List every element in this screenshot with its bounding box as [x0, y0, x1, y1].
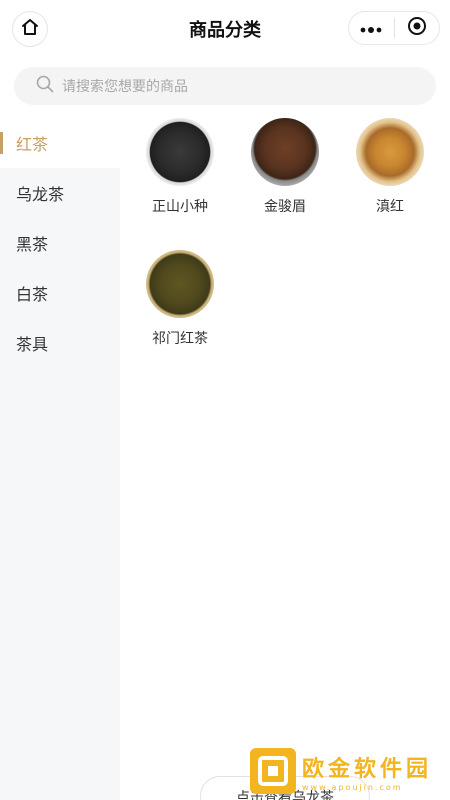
watermark-url: www.apoujin.com — [302, 782, 403, 792]
nav-bar: 商品分类 — [0, 0, 450, 58]
product-name: 滇红 — [376, 199, 404, 215]
sidebar-item-label: 乌龙茶 — [16, 185, 65, 204]
sidebar-item-label: 红茶 — [16, 135, 49, 154]
search-placeholder: 请搜索您想要的商品 — [62, 79, 188, 95]
watermark-text: 欧金软件园 www.apoujin.com — [302, 751, 432, 792]
product-name: 祁门红茶 — [152, 331, 208, 347]
search-input[interactable]: 请搜索您想要的商品 — [14, 67, 436, 105]
watermark-logo-icon — [250, 748, 296, 794]
product-image — [146, 118, 214, 186]
product-image — [146, 250, 214, 318]
watermark: 欧金软件园 www.apoujin.com — [250, 748, 444, 794]
close-miniprogram-button[interactable] — [394, 12, 439, 44]
watermark-title: 欧金软件园 — [302, 756, 433, 782]
more-dots-icon — [360, 19, 382, 38]
product-item[interactable]: 金骏眉 — [245, 118, 325, 216]
product-item[interactable]: 滇红 — [350, 118, 430, 216]
sidebar-item-label: 茶具 — [16, 335, 49, 354]
search-icon — [36, 75, 54, 97]
sidebar-item-white-tea[interactable]: 白茶 — [0, 268, 120, 318]
sidebar-item-teaware[interactable]: 茶具 — [0, 318, 120, 368]
product-item[interactable]: 正山小种 — [140, 118, 220, 216]
sidebar-item-dark-tea[interactable]: 黑茶 — [0, 218, 120, 268]
product-name: 正山小种 — [152, 199, 208, 215]
mini-program-capsule — [348, 11, 440, 45]
sidebar-item-label: 白茶 — [16, 285, 49, 304]
product-grid: 正山小种 金骏眉 滇红 祁门红茶 — [120, 118, 450, 800]
product-image — [356, 118, 424, 186]
product-image — [251, 118, 319, 186]
target-icon — [407, 16, 427, 40]
sidebar-item-label: 黑茶 — [16, 235, 49, 254]
sidebar-item-red-tea[interactable]: 红茶 — [0, 118, 120, 168]
sidebar-item-oolong[interactable]: 乌龙茶 — [0, 168, 120, 218]
product-item[interactable]: 祁门红茶 — [140, 250, 220, 348]
more-button[interactable] — [349, 12, 394, 44]
product-name: 金骏眉 — [264, 199, 306, 215]
category-sidebar: 红茶 乌龙茶 黑茶 白茶 茶具 — [0, 118, 120, 800]
